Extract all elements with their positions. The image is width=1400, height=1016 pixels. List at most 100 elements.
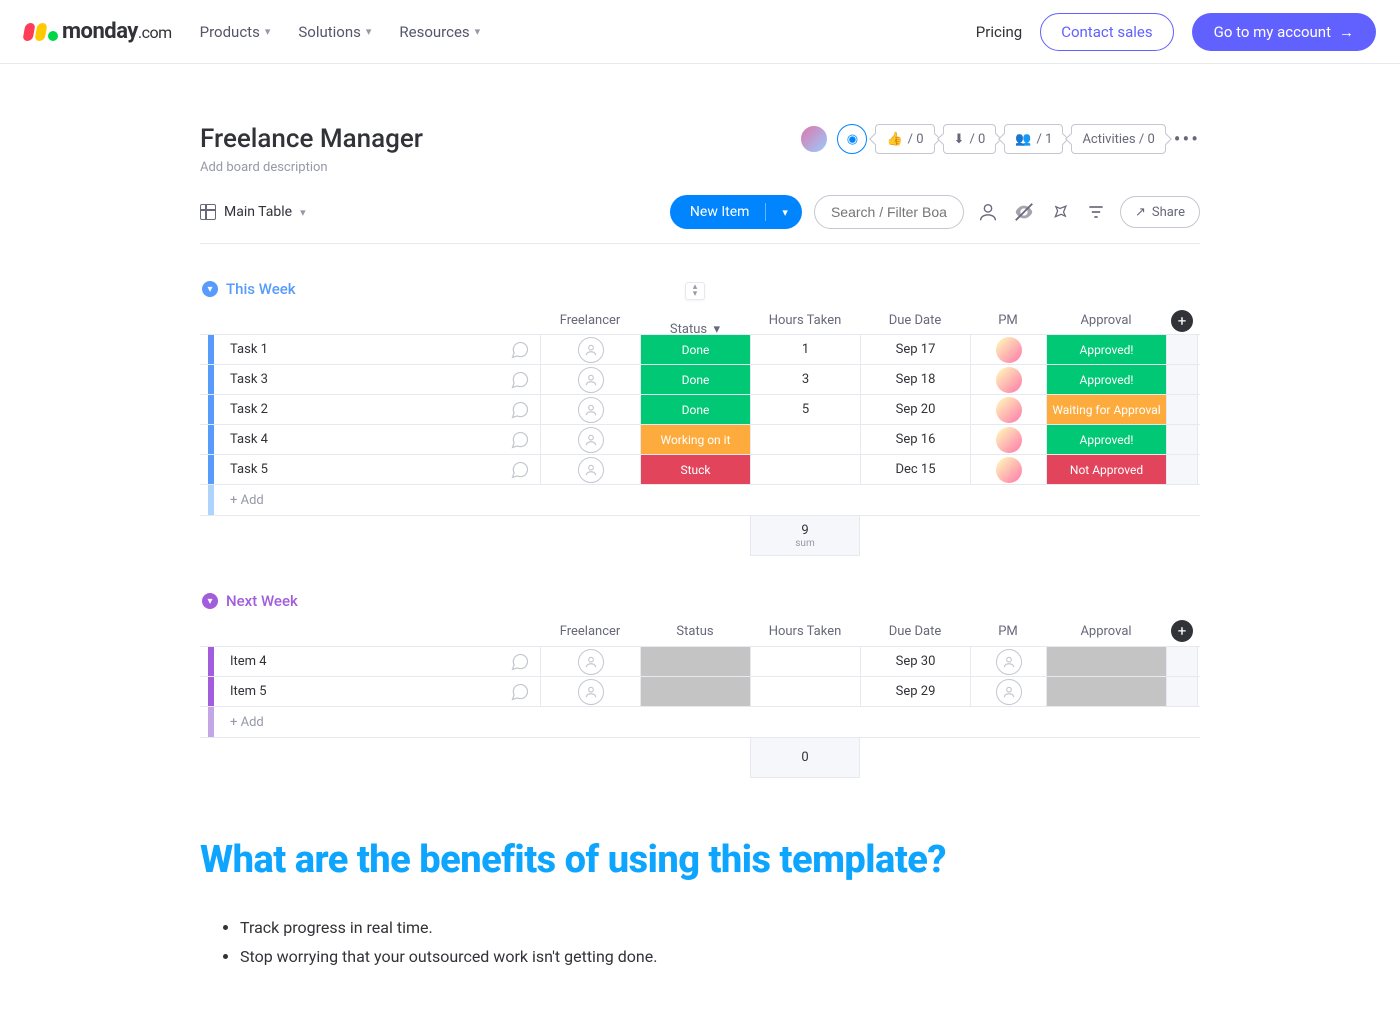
status-cell[interactable]: Done [640,335,750,364]
pm-cell[interactable] [970,677,1046,706]
share-button[interactable]: ↗Share [1120,196,1200,228]
filter-icon[interactable] [1084,200,1108,224]
col-approval[interactable]: Approval [1046,313,1166,328]
chat-icon[interactable] [510,682,530,702]
task-name[interactable]: Item 5 [200,677,540,706]
col-status[interactable]: ▴▾Status ▾ [640,304,750,337]
activities-counter[interactable]: Activities / 0 [1071,124,1165,154]
pm-cell[interactable] [970,455,1046,484]
pin-icon[interactable] [1048,200,1072,224]
col-hours[interactable]: Hours Taken [750,624,860,639]
nav-resources[interactable]: Resources▾ [399,23,480,41]
due-cell[interactable]: Sep 18 [860,365,970,394]
table-row[interactable]: Task 5 Stuck Dec 15 Not Approved [200,454,1200,484]
hours-cell[interactable]: 1 [750,335,860,364]
approval-cell[interactable]: Approved! [1046,335,1166,364]
likes-counter[interactable]: 👍/ 0 [875,124,934,154]
sort-handle-icon[interactable]: ▴▾ [685,282,705,300]
chat-icon[interactable] [510,460,530,480]
add-row-button[interactable]: + Add [200,484,1200,516]
pm-cell[interactable] [970,425,1046,454]
approval-cell[interactable]: Waiting for Approval [1046,395,1166,424]
freelancer-cell[interactable] [540,677,640,706]
freelancer-cell[interactable] [540,365,640,394]
collapse-icon[interactable]: ▾ [202,593,218,609]
new-item-button[interactable]: New Item▾ [670,195,802,229]
contact-sales-button[interactable]: Contact sales [1040,13,1173,51]
hours-cell[interactable] [750,455,860,484]
pm-cell[interactable] [970,365,1046,394]
task-name[interactable]: Task 3 [200,365,540,394]
logo[interactable]: monday.com [24,19,172,44]
hours-cell[interactable] [750,425,860,454]
approval-cell[interactable]: Approved! [1046,425,1166,454]
task-name[interactable]: Task 2 [200,395,540,424]
due-cell[interactable]: Dec 15 [860,455,970,484]
hide-icon[interactable] [1012,200,1036,224]
downloads-counter[interactable]: ⬇/ 0 [943,124,997,154]
table-row[interactable]: Task 3 Done3Sep 18 Approved! [200,364,1200,394]
col-freelancer[interactable]: Freelancer [540,313,640,328]
chat-icon[interactable] [510,652,530,672]
approval-cell[interactable]: Not Approved [1046,455,1166,484]
approval-cell[interactable] [1046,647,1166,676]
collapse-icon[interactable]: ▾ [202,281,218,297]
due-cell[interactable]: Sep 30 [860,647,970,676]
due-cell[interactable]: Sep 17 [860,335,970,364]
approval-cell[interactable]: Approved! [1046,365,1166,394]
my-account-button[interactable]: Go to my account→ [1192,13,1376,51]
camera-icon[interactable]: ◉ [837,124,867,154]
status-cell[interactable] [640,647,750,676]
freelancer-cell[interactable] [540,425,640,454]
freelancer-cell[interactable] [540,335,640,364]
pricing-link[interactable]: Pricing [976,23,1022,41]
pm-cell[interactable] [970,335,1046,364]
freelancer-cell[interactable] [540,395,640,424]
chat-icon[interactable] [510,340,530,360]
col-approval[interactable]: Approval [1046,624,1166,639]
status-cell[interactable]: Stuck [640,455,750,484]
task-name[interactable]: Item 4 [200,647,540,676]
hours-cell[interactable]: 3 [750,365,860,394]
nav-products[interactable]: Products▾ [200,23,271,41]
board-description[interactable]: Add board description [200,160,423,175]
pm-cell[interactable] [970,647,1046,676]
task-name[interactable]: Task 1 [200,335,540,364]
person-filter-icon[interactable] [976,200,1000,224]
add-column-button[interactable]: + [1171,310,1193,332]
status-cell[interactable]: Done [640,365,750,394]
col-due[interactable]: Due Date [860,624,970,639]
freelancer-cell[interactable] [540,455,640,484]
table-row[interactable]: Item 4 Sep 30 [200,646,1200,676]
col-hours[interactable]: Hours Taken [750,313,860,328]
due-cell[interactable]: Sep 29 [860,677,970,706]
hours-cell[interactable] [750,677,860,706]
table-row[interactable]: Task 1 Done1Sep 17 Approved! [200,334,1200,364]
table-row[interactable]: Item 5 Sep 29 [200,676,1200,706]
people-counter[interactable]: 👥/ 1 [1004,124,1063,154]
hours-cell[interactable] [750,647,860,676]
chat-icon[interactable] [510,430,530,450]
col-pm[interactable]: PM [970,313,1046,328]
col-due[interactable]: Due Date [860,313,970,328]
task-name[interactable]: Task 5 [200,455,540,484]
col-freelancer[interactable]: Freelancer [540,624,640,639]
table-row[interactable]: Task 4Working on itSep 16Approved! [200,424,1200,454]
due-cell[interactable]: Sep 20 [860,395,970,424]
owner-avatar[interactable] [799,124,829,154]
group-title[interactable]: ▾Next Week [200,592,1200,616]
hours-cell[interactable]: 5 [750,395,860,424]
approval-cell[interactable] [1046,677,1166,706]
col-status[interactable]: Status [640,624,750,639]
view-main-table[interactable]: Main Table ▾ [200,204,306,220]
freelancer-cell[interactable] [540,647,640,676]
chat-icon[interactable] [510,400,530,420]
chat-icon[interactable] [510,370,530,390]
search-input[interactable] [814,195,964,229]
add-column-button[interactable]: + [1171,620,1193,642]
due-cell[interactable]: Sep 16 [860,425,970,454]
pm-cell[interactable] [970,395,1046,424]
status-cell[interactable]: Done [640,395,750,424]
status-cell[interactable] [640,677,750,706]
nav-solutions[interactable]: Solutions▾ [298,23,371,41]
